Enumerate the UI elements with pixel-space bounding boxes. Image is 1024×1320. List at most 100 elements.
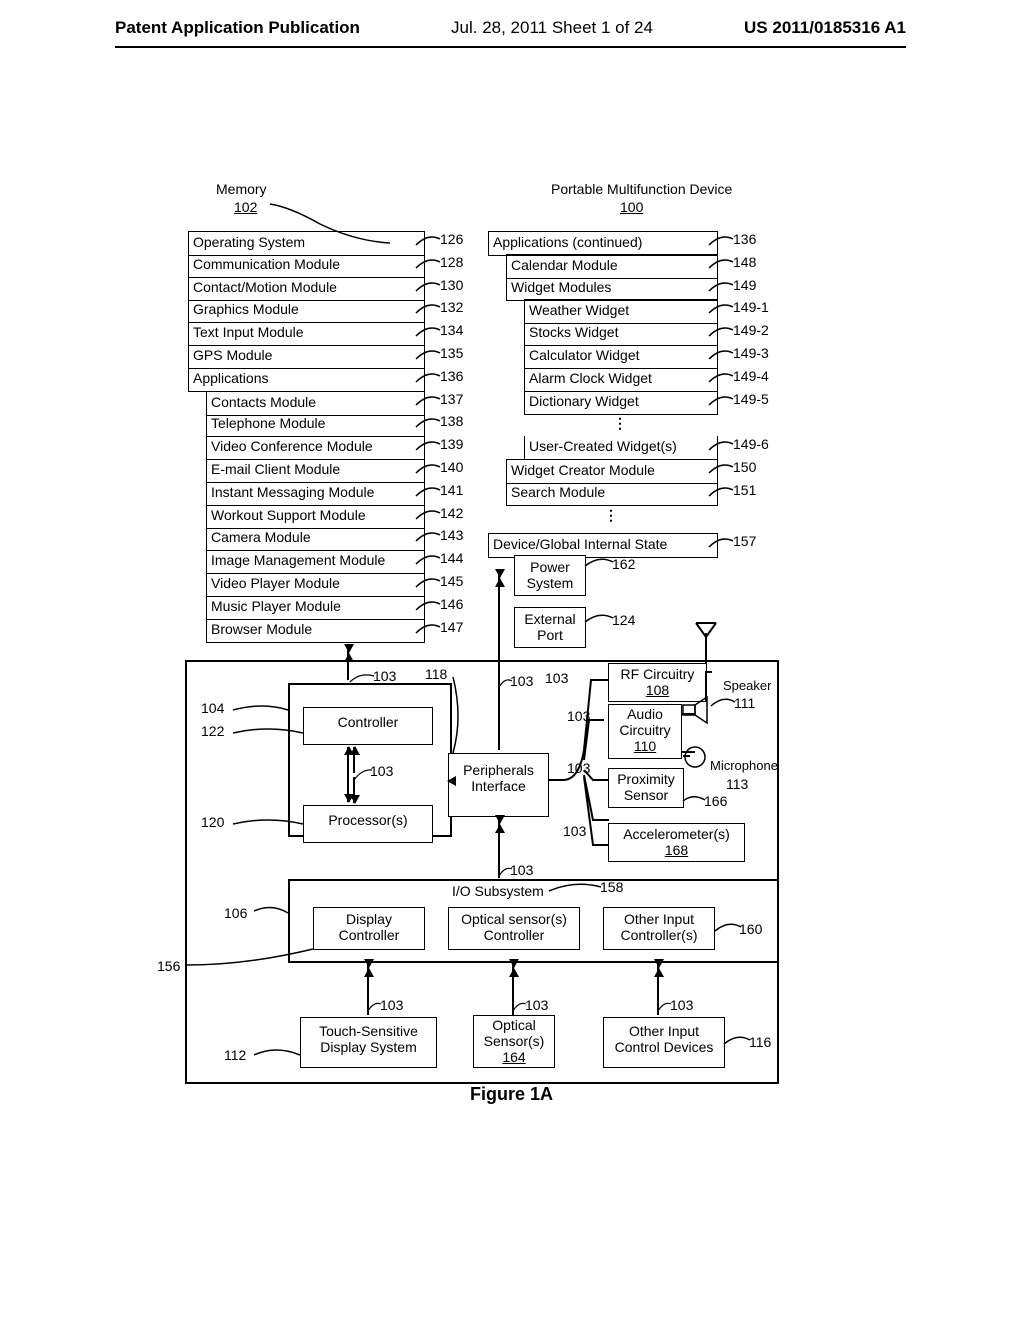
- mem-arrow-mid: [498, 570, 500, 750]
- header-rule: [115, 46, 906, 48]
- ctrl-arrow: [347, 747, 349, 802]
- ref-113: 113: [726, 776, 748, 792]
- antenna-icon: [691, 623, 721, 665]
- ref-103-fan3: 103: [567, 760, 590, 776]
- ref-162: 162: [612, 556, 635, 572]
- lead-106: [254, 907, 290, 919]
- lead-142: [416, 509, 442, 523]
- mem-row-144: Image Management Module: [206, 550, 425, 574]
- mem-row-145: Video Player Module: [206, 573, 425, 597]
- ref-103-ml: 103: [373, 668, 396, 684]
- figure-1a: Memory 102 Portable Multifunction Device…: [115, 165, 910, 1225]
- controller-box: Controller: [303, 707, 433, 745]
- lead-132: [416, 303, 442, 317]
- header-center: Jul. 28, 2011 Sheet 1 of 24: [451, 18, 653, 38]
- lead-128: [416, 258, 442, 272]
- lead-120: [233, 820, 305, 830]
- ref-143: 143: [440, 527, 463, 543]
- ref-149-6: 149-6: [733, 436, 769, 452]
- lead-145: [416, 577, 442, 591]
- lead-111: [711, 698, 737, 710]
- ref-139: 139: [440, 436, 463, 452]
- ref-124: 124: [612, 612, 635, 628]
- mem-row-r-149: Widget Modules: [506, 277, 718, 301]
- ref-156: 156: [157, 958, 180, 974]
- optical-controller-box: Optical sensor(s) Controller: [448, 907, 580, 950]
- mem-row-r-dots8: ⋮: [524, 413, 716, 436]
- ref-130: 130: [440, 277, 463, 293]
- display-controller-box: Display Controller: [313, 907, 425, 950]
- mem-row-r-148: Calendar Module: [506, 254, 718, 279]
- lead-122: [233, 729, 305, 739]
- ref-136: 136: [733, 231, 756, 247]
- ref-118: 118: [425, 666, 447, 682]
- ref-134: 134: [440, 322, 463, 338]
- lead-149: [709, 281, 735, 295]
- wire: [705, 671, 712, 673]
- lead-149-6: [709, 440, 735, 454]
- ref-149: 149: [733, 277, 756, 293]
- lead-141: [416, 486, 442, 500]
- l103-ml: [350, 672, 376, 687]
- memory-label: Memory: [216, 181, 267, 197]
- ref-149-4: 149-4: [733, 368, 769, 384]
- lead-134: [416, 326, 442, 340]
- ref-111: 111: [734, 695, 755, 711]
- ref-149-5: 149-5: [733, 391, 769, 407]
- ref-149-2: 149-2: [733, 322, 769, 338]
- mem-row-r-149-5: Dictionary Widget: [524, 391, 718, 415]
- ref-128: 128: [440, 254, 463, 270]
- lead-149-5: [709, 395, 735, 409]
- lead-157: [709, 537, 735, 551]
- mem-row-r-dots12: ⋮: [506, 505, 716, 528]
- ref-132: 132: [440, 299, 463, 315]
- ref-112: 112: [224, 1047, 246, 1063]
- external-port-box: External Port: [514, 607, 586, 648]
- lead-146: [416, 600, 442, 614]
- ref-137: 137: [440, 391, 463, 407]
- lead-137: [416, 395, 442, 409]
- mem-row-137: Contacts Module: [206, 391, 425, 416]
- ref-149-1: 149-1: [733, 299, 769, 315]
- mem-arrow-left: [347, 645, 349, 680]
- lead-144: [416, 554, 442, 568]
- mem-row-140: E-mail Client Module: [206, 459, 425, 483]
- ref-158: 158: [600, 879, 623, 895]
- lead-139: [416, 440, 442, 454]
- header-right: US 2011/0185316 A1: [744, 18, 906, 38]
- header-left: Patent Application Publication: [115, 18, 360, 38]
- optical-sensors-box: Optical Sensor(s)164: [473, 1015, 555, 1068]
- ref-149-3: 149-3: [733, 345, 769, 361]
- lead-116: [724, 1036, 752, 1048]
- ref-103-io3: 103: [670, 997, 693, 1013]
- ref-103-io1: 103: [380, 997, 403, 1013]
- other-controllers-box: Other Input Controller(s): [603, 907, 715, 950]
- proximity-box: Proximity Sensor: [608, 768, 684, 808]
- device-ref: 100: [620, 199, 643, 215]
- ref-144: 144: [440, 550, 463, 566]
- lead-160: [715, 923, 743, 935]
- mem-row-r-149-3: Calculator Widget: [524, 345, 718, 369]
- l103-pi: [499, 866, 514, 879]
- ref-126: 126: [440, 231, 463, 247]
- mem-row-128: Communication Module: [188, 254, 425, 278]
- ref-116: 116: [749, 1034, 771, 1050]
- mem-row-142: Workout Support Module: [206, 505, 425, 529]
- lead-166: [683, 795, 707, 807]
- wire: [681, 713, 695, 715]
- ref-138: 138: [440, 413, 463, 429]
- io-label: I/O Subsystem: [452, 883, 544, 899]
- ref-120: 120: [201, 814, 224, 830]
- lead-130: [416, 281, 442, 295]
- ref-142: 142: [440, 505, 463, 521]
- memory-ref: 102: [234, 199, 257, 215]
- ref-106: 106: [224, 905, 247, 921]
- lead-162: [585, 558, 615, 570]
- mem-row-147: Browser Module: [206, 619, 425, 643]
- lead-112: [254, 1049, 302, 1063]
- ref-104: 104: [201, 700, 224, 716]
- mem-row-134: Text Input Module: [188, 322, 425, 346]
- lead-150: [709, 463, 735, 477]
- lead-104: [233, 706, 293, 716]
- figure-caption: Figure 1A: [470, 1084, 553, 1105]
